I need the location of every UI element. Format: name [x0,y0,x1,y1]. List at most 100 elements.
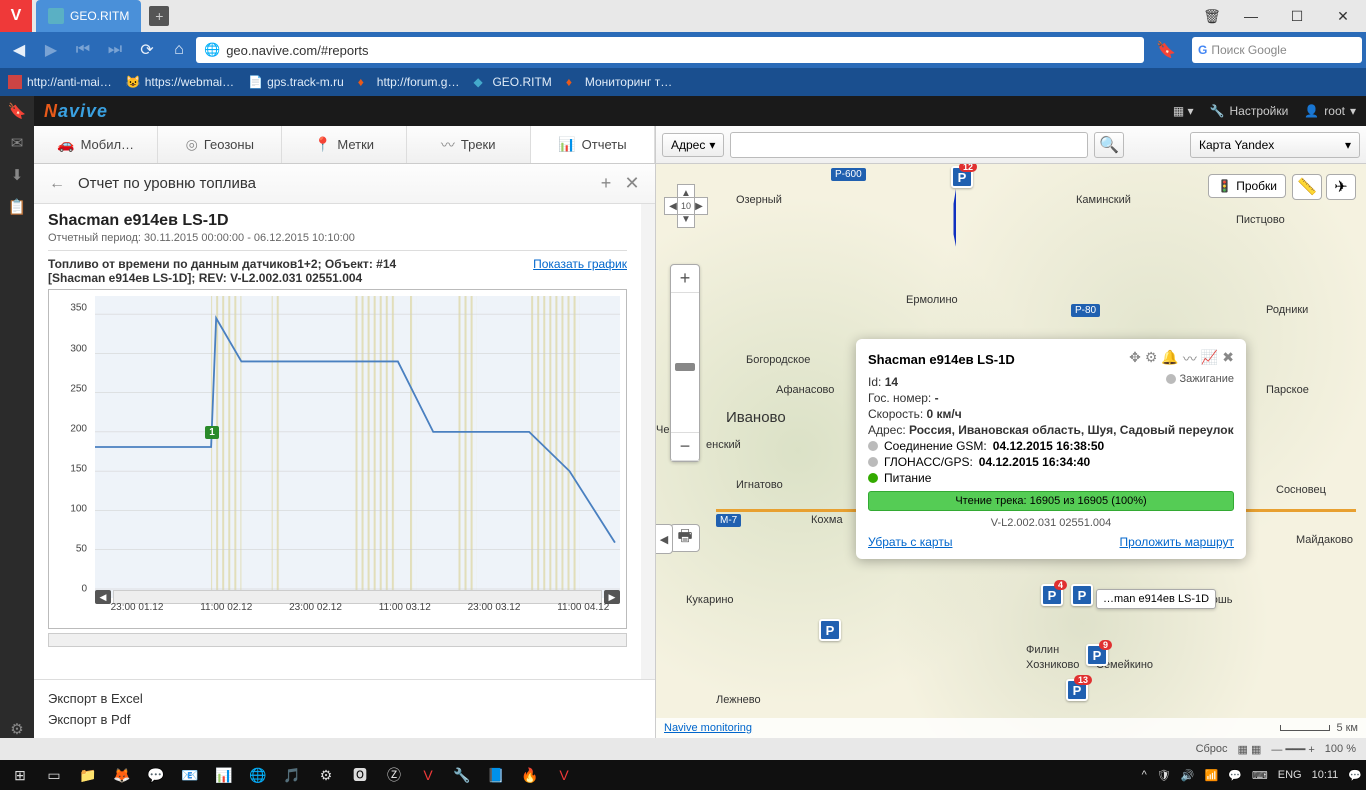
taskbar-app-icon[interactable]: 📊 [208,761,240,789]
address-mode-button[interactable]: Адрес ▾ [662,133,724,157]
taskbar-app-icon[interactable]: 📁 [72,761,104,789]
navive-link[interactable]: Navive monitoring [664,722,752,734]
parking-marker[interactable]: P [1071,584,1093,606]
taskbar-app-icon[interactable]: 🦊 [106,761,138,789]
build-route-link[interactable]: Проложить маршрут [1120,535,1234,549]
export-pdf-link[interactable]: Экспорт в Pdf [48,709,641,730]
bookmark-item[interactable]: ♦Мониторинг т… [566,75,672,89]
notifications-icon[interactable]: 💬 [1348,769,1362,782]
traffic-button[interactable]: 🚦 Пробки [1208,174,1286,198]
trash-icon[interactable]: 🗑 [1196,0,1228,32]
taskbar-app-icon[interactable]: 🌐 [242,761,274,789]
maptype-select[interactable]: Карта Yandex▾ [1190,132,1360,158]
chart-scrollbar[interactable] [48,633,627,647]
taskbar-app-icon[interactable]: 🔥 [514,761,546,789]
search-bar[interactable]: G Поиск Google [1192,37,1362,63]
track-icon[interactable]: 〰 [1183,349,1197,369]
bookmark-item[interactable]: ◆GEO.RITM [473,75,551,89]
zoom-reset[interactable]: Сброс [1196,743,1228,755]
bookmark-item[interactable]: 😺https://webmai… [126,75,234,89]
taskbar-app-icon[interactable]: ⚙ [310,761,342,789]
widgets-icon[interactable]: ▦ ▾ [1173,104,1194,118]
tab-title: GEO.RITM [70,9,129,23]
chart-icon[interactable]: 📈 [1201,349,1218,369]
tab-labels[interactable]: 📍Метки [282,126,406,163]
taskbar-app-icon[interactable]: 📘 [480,761,512,789]
tray-icon[interactable]: 🛡 [1157,769,1171,782]
url-bar[interactable]: 🌐 geo.navive.com/#reports [196,37,1144,63]
taskbar-app-icon[interactable]: 🅾 [344,761,376,789]
rewind-button[interactable]: ⏮ [68,35,98,65]
vivaldi-icon[interactable]: V [0,0,32,32]
tray-icon[interactable]: 💬 [1228,769,1242,782]
taskbar-app-icon[interactable]: 📧 [174,761,206,789]
taskview-icon[interactable]: ▭ [38,761,70,789]
new-tab-button[interactable]: + [149,6,169,26]
tab-mobile[interactable]: 🚗Мобил… [34,126,158,163]
bookmark-item[interactable]: ♦http://forum.g… [358,75,460,89]
gear-icon[interactable]: ⚙ [1145,349,1158,369]
close-panel-button[interactable]: ✕ [619,171,645,197]
taskbar-app-icon[interactable]: V [412,761,444,789]
tab-tracks[interactable]: 〰Треки [407,126,531,163]
add-button[interactable]: + [593,171,619,197]
tray-lang[interactable]: ENG [1278,769,1302,781]
export-excel-link[interactable]: Экспорт в Excel [48,688,641,709]
reload-button[interactable]: ⟳ [132,35,162,65]
address-input[interactable] [730,132,1088,158]
tray-icon[interactable]: 🔊 [1181,769,1195,782]
parking-marker[interactable]: P9 [1086,644,1108,666]
close-icon[interactable]: ✖ [1222,349,1234,369]
taskbar-app-icon[interactable]: Ⓩ [378,761,410,789]
browser-tab[interactable]: GEO.RITM [36,0,141,32]
minimize-button[interactable]: — [1228,0,1274,32]
parking-marker[interactable]: P12 [951,166,973,188]
zoom-in-button[interactable]: + [671,265,699,293]
bell-icon[interactable]: 🔔 [1161,349,1178,369]
browser-panel-rail: 🔖 ✉ ⬇ 📋 ⚙ [0,96,34,738]
remove-from-map-link[interactable]: Убрать с карты [868,535,952,549]
app-logo[interactable]: Navive [44,101,108,122]
bookmark-item[interactable]: 📄gps.track-m.ru [248,75,344,89]
back-arrow-button[interactable]: ← [44,171,70,197]
parking-marker[interactable]: P [819,619,841,641]
search-button[interactable]: 🔍 [1094,132,1124,158]
start-button[interactable]: ⊞ [4,761,36,789]
tray-icon[interactable]: ^ [1142,769,1147,781]
tab-reports[interactable]: 📊Отчеты [531,126,655,163]
bookmarks-panel-icon[interactable]: 🔖 [8,102,26,120]
tab-geozones[interactable]: ◎Геозоны [158,126,282,163]
fastfwd-button[interactable]: ⏭ [100,35,130,65]
downloads-panel-icon[interactable]: ⬇ [8,166,26,184]
close-button[interactable]: ✕ [1320,0,1366,32]
zoom-slider[interactable] [671,293,699,433]
taskbar-app-icon[interactable]: 🎵 [276,761,308,789]
bookmark-item[interactable]: ​http://anti-mai… [8,75,112,89]
maximize-button[interactable]: ☐ [1274,0,1320,32]
settings-panel-icon[interactable]: ⚙ [8,720,26,738]
mail-panel-icon[interactable]: ✉ [8,134,26,152]
bookmark-icon[interactable]: 🔖 [1146,40,1186,60]
back-button[interactable]: ◀ [4,35,34,65]
settings-link[interactable]: 🔧 Настройки [1210,104,1289,118]
taskbar-app-icon[interactable]: 💬 [140,761,172,789]
tray-icon[interactable]: ⌨ [1252,769,1268,782]
user-menu[interactable]: 👤 root ▾ [1304,104,1356,118]
notes-panel-icon[interactable]: 📋 [8,198,26,216]
compass-button[interactable]: ✈ [1326,174,1356,200]
parking-marker[interactable]: P13 [1066,679,1088,701]
parking-marker[interactable]: P4 [1041,584,1063,606]
collapse-panel-button[interactable]: ◀ [656,524,673,554]
taskbar-app-icon[interactable]: V [548,761,580,789]
map[interactable]: Озерный Каминский Пистцово Ермолино Родн… [656,164,1366,738]
print-button[interactable]: 🖶 [670,524,700,552]
move-icon[interactable]: ✥ [1129,349,1141,369]
ruler-button[interactable]: 📏 [1292,174,1322,200]
zoom-out-button[interactable]: − [671,433,699,461]
tray-time[interactable]: 10:11 [1312,769,1339,781]
forward-button[interactable]: ▶ [36,35,66,65]
home-button[interactable]: ⌂ [164,35,194,65]
tray-icon[interactable]: 📶 [1204,769,1218,782]
taskbar-app-icon[interactable]: 🔧 [446,761,478,789]
show-chart-link[interactable]: Показать график [533,257,627,271]
